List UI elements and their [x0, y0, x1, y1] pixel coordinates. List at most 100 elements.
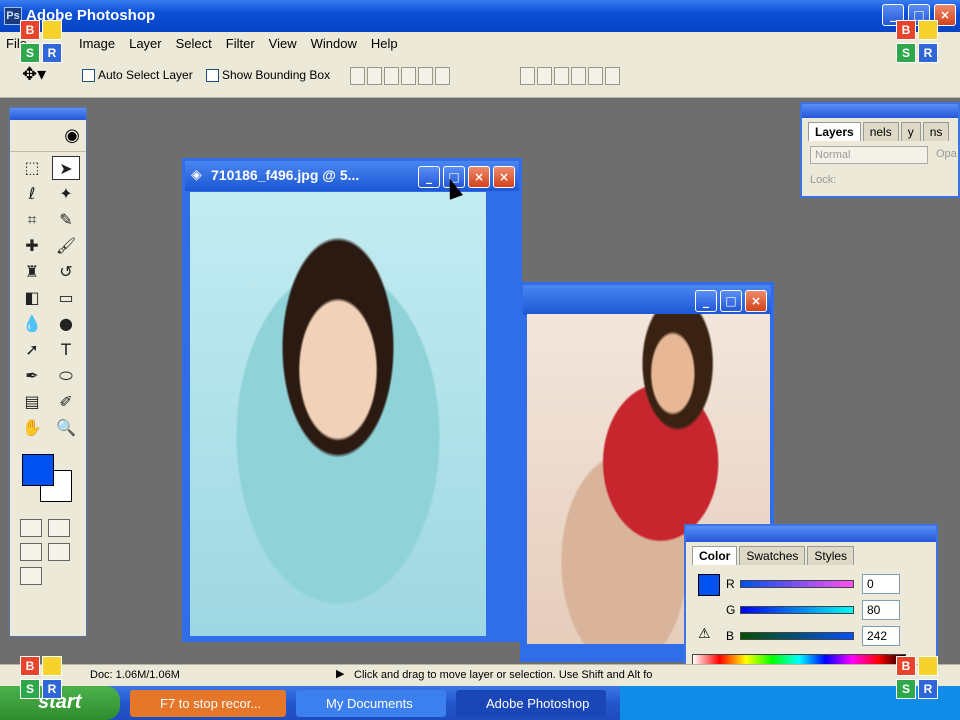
task-adobe-photoshop[interactable]: Adobe Photoshop [456, 690, 606, 717]
gradient-tool-icon[interactable]: ▭ [52, 286, 80, 310]
tab-actions[interactable]: ns [922, 122, 950, 141]
blur-tool-icon[interactable]: 💧 [18, 312, 46, 336]
zoom-tool-icon[interactable]: 🔍 [52, 416, 80, 440]
layers-palette-tabs: Layers nels y ns [802, 118, 958, 141]
bsr-b-icon: B [20, 20, 40, 40]
pen-tool-icon[interactable]: ✒ [18, 364, 46, 388]
shape-tool-icon[interactable]: ⬭ [52, 364, 80, 388]
history-brush-tool-icon[interactable]: ↺ [52, 260, 80, 284]
path-selection-tool-icon[interactable]: ➚ [18, 338, 46, 362]
distribute-left-button[interactable] [571, 67, 586, 85]
align-bottom-button[interactable] [384, 67, 399, 85]
blend-mode-select[interactable]: Normal [810, 146, 928, 164]
doc2-maximize-button[interactable]: □ [720, 290, 742, 312]
quick-mask-mode-button[interactable] [48, 519, 70, 537]
doc1-extra-close-button[interactable]: × [493, 166, 515, 188]
align-top-button[interactable] [350, 67, 365, 85]
blue-slider[interactable] [740, 632, 854, 640]
magic-wand-tool-icon[interactable]: ✦ [52, 182, 80, 206]
foreground-color-swatch[interactable] [22, 454, 54, 486]
menu-select[interactable]: Select [176, 36, 212, 51]
doc2-minimize-button[interactable]: _ [695, 290, 717, 312]
quick-mask-row [10, 516, 86, 540]
auto-select-layer-checkbox[interactable]: Auto Select Layer [82, 68, 193, 82]
move-tool-preset-icon[interactable]: ✥▾ [22, 64, 60, 88]
crop-tool-icon[interactable]: ⌗ [18, 208, 46, 232]
dodge-tool-icon[interactable]: ● [52, 312, 80, 336]
blue-label: B [726, 629, 735, 643]
tab-layers[interactable]: Layers [808, 122, 861, 141]
full-screen-menu-mode-button[interactable] [48, 543, 70, 561]
warning-icon[interactable]: ⚠ [698, 626, 711, 642]
menu-filter[interactable]: Filter [226, 36, 255, 51]
show-bounding-box-checkbox[interactable]: Show Bounding Box [206, 68, 330, 82]
green-label: G [726, 603, 736, 617]
layers-palette-title-bar[interactable] [802, 104, 958, 118]
standard-mode-button[interactable] [20, 519, 42, 537]
bounding-box-checkbox-box[interactable] [206, 68, 219, 82]
jump-to-row [10, 564, 86, 588]
distribute-buttons [520, 67, 620, 85]
clone-stamp-tool-icon[interactable]: ♜ [18, 260, 46, 284]
align-left-button[interactable] [401, 67, 416, 85]
notes-tool-icon[interactable]: ▤ [18, 390, 46, 414]
toolbox-title-bar[interactable] [10, 108, 86, 120]
brush-tool-icon[interactable]: 🖌 [52, 234, 80, 258]
bsr-yellow-icon [918, 656, 938, 676]
menu-image[interactable]: Image [79, 36, 115, 51]
menu-layer[interactable]: Layer [129, 36, 162, 51]
menu-view[interactable]: View [269, 36, 297, 51]
hand-tool-icon[interactable]: ✋ [18, 416, 46, 440]
tab-color[interactable]: Color [692, 546, 738, 565]
doc2-close-button[interactable]: × [745, 290, 767, 312]
bsr-b-icon: B [896, 20, 916, 40]
move-tool-icon[interactable]: ➤ [52, 156, 80, 180]
eraser-tool-icon[interactable]: ◧ [18, 286, 46, 310]
tab-history[interactable]: y [900, 122, 921, 141]
task-recorder[interactable]: F7 to stop recor... [130, 690, 286, 717]
status-bar: Doc: 1.06M/1.06M ▶ Click and drag to mov… [0, 664, 960, 686]
feather-logo-icon[interactable]: ◉ [10, 120, 86, 152]
bsr-s-icon: S [20, 679, 40, 699]
document-1-image[interactable] [190, 192, 486, 636]
distribute-bottom-button[interactable] [554, 67, 569, 85]
slice-tool-icon[interactable]: ✎ [52, 208, 80, 232]
standard-screen-mode-button[interactable] [20, 543, 42, 561]
jump-to-imageready-button[interactable] [20, 567, 42, 585]
tab-channels[interactable]: nels [862, 122, 899, 141]
green-slider[interactable] [740, 606, 854, 614]
green-value-input[interactable]: 80 [862, 600, 900, 620]
distribute-right-button[interactable] [605, 67, 620, 85]
menu-help[interactable]: Help [371, 36, 398, 51]
doc1-close-button[interactable]: × [468, 166, 490, 188]
lasso-tool-icon[interactable]: ℓ [18, 182, 46, 206]
color-fg-swatch[interactable] [698, 574, 720, 596]
healing-brush-tool-icon[interactable]: ✚ [18, 234, 46, 258]
color-palette-title-bar[interactable] [686, 526, 936, 542]
align-right-button[interactable] [435, 67, 450, 85]
red-slider[interactable] [740, 580, 854, 588]
marquee-tool-icon[interactable]: ⬚ [18, 156, 46, 180]
red-value-input[interactable]: 0 [862, 574, 900, 594]
menu-window[interactable]: Window [311, 36, 357, 51]
tab-styles[interactable]: Styles [807, 546, 855, 565]
tab-swatches[interactable]: Swatches [739, 546, 806, 565]
document-1-title-bar[interactable]: ◈ 710186_f496.jpg @ 5... _ □ × × [185, 161, 519, 191]
auto-select-checkbox-box[interactable] [82, 68, 95, 82]
status-arrow-icon[interactable]: ▶ [336, 667, 344, 680]
bsr-r-icon: R [918, 43, 938, 63]
distribute-hcenter-button[interactable] [588, 67, 603, 85]
tool-grid: ⬚ ➤ ℓ ✦ ⌗ ✎ ✚ 🖌 ♜ ↺ ◧ ▭ 💧 ● ➚ T ✒ ⬭ ▤ ✐ … [10, 152, 86, 444]
menu-bar: File Image Layer Select Filter View Wind… [0, 32, 960, 54]
align-vcenter-button[interactable] [367, 67, 382, 85]
align-hcenter-button[interactable] [418, 67, 433, 85]
eyedropper-tool-icon[interactable]: ✐ [52, 390, 80, 414]
doc1-minimize-button[interactable]: _ [418, 166, 440, 188]
type-tool-icon[interactable]: T [52, 338, 80, 362]
distribute-top-button[interactable] [520, 67, 535, 85]
align-buttons [350, 67, 450, 85]
task-my-documents[interactable]: My Documents [296, 690, 446, 717]
blue-value-input[interactable]: 242 [862, 626, 900, 646]
distribute-vcenter-button[interactable] [537, 67, 552, 85]
document-2-title-bar[interactable]: _ □ × [523, 285, 771, 315]
